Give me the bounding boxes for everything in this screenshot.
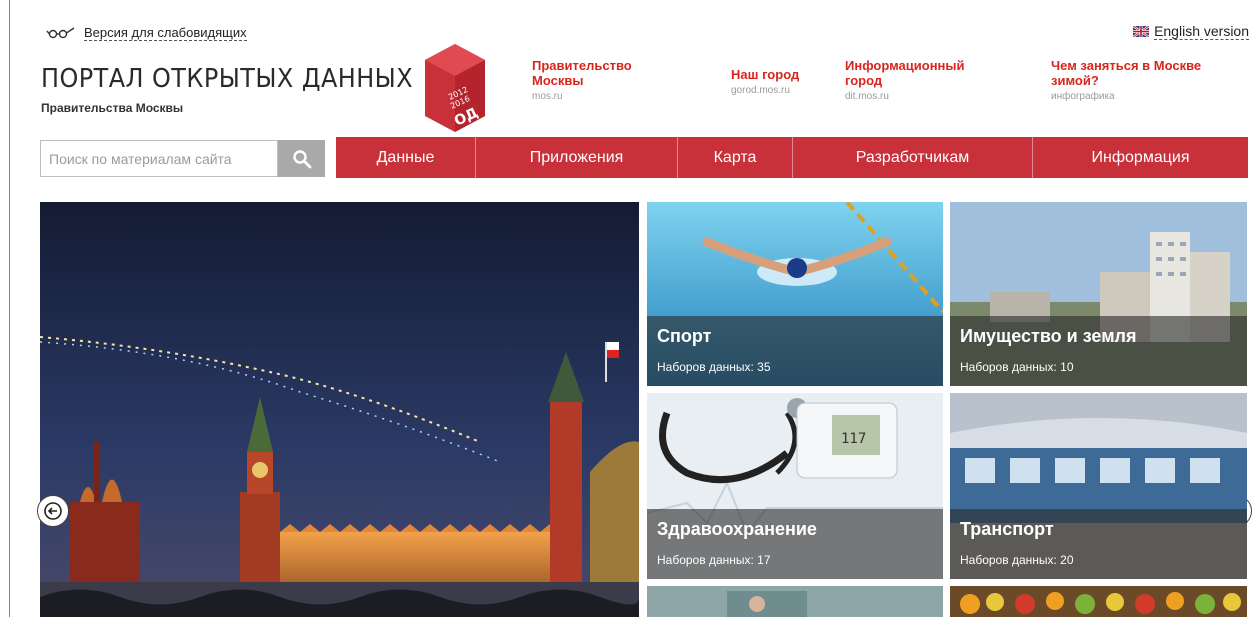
header-link-info-city[interactable]: Информационный город dit.mos.ru [845, 58, 985, 104]
category-tile-healthcare[interactable]: 117 Здравоохранение Наборов данных: 17 [647, 393, 943, 579]
nav-item-applications[interactable]: Приложения [476, 137, 678, 178]
nav-item-data[interactable]: Данные [336, 137, 476, 178]
header-link-sub: dit.mos.ru [845, 91, 889, 102]
nav-item-map[interactable]: Карта [678, 137, 793, 178]
header-link-sub: инфографика [1051, 91, 1115, 102]
search-input[interactable] [40, 140, 278, 177]
header-link-title[interactable]: Правительство Москвы [532, 58, 652, 88]
portal-title[interactable]: ПОРТАЛ ОТКРЫТЫХ ДАННЫХ [41, 64, 413, 94]
header-link-government[interactable]: Правительство Москвы mos.ru [532, 58, 652, 104]
hero-slide-red-square[interactable] [40, 202, 639, 617]
english-version-label[interactable]: English version [1154, 23, 1249, 40]
tile-title: Спорт [657, 326, 712, 346]
glasses-icon [46, 27, 75, 39]
search-button[interactable] [278, 140, 325, 177]
portal-logo-badge[interactable]: 2012 2016 ОД [423, 42, 487, 134]
tile-dataset-count: Наборов данных: 35 [657, 360, 771, 374]
nav-item-information[interactable]: Информация [1033, 137, 1248, 178]
tile-caption: Транспорт Наборов данных: 20 [950, 509, 1247, 579]
search-icon [292, 149, 311, 168]
category-tile-sport[interactable]: Спорт Наборов данных: 35 [647, 202, 943, 386]
accessibility-version-link[interactable]: Версия для слабовидящих [46, 25, 247, 41]
category-tile-property[interactable]: Имущество и земля Наборов данных: 10 [950, 202, 1247, 386]
tile-caption: Имущество и земля Наборов данных: 10 [950, 316, 1247, 386]
header-link-title[interactable]: Чем заняться в Москве зимой? [1051, 58, 1231, 88]
tile-caption: Спорт Наборов данных: 35 [647, 316, 943, 386]
fruit-market-image [950, 586, 1247, 617]
category-tile-partial-left[interactable] [647, 586, 943, 617]
header-link-title[interactable]: Информационный город [845, 58, 985, 88]
tile-dataset-count: Наборов данных: 10 [960, 360, 1074, 374]
portal-subtitle: Правительства Москвы [41, 101, 184, 115]
education-image [647, 586, 943, 617]
header-link-our-city[interactable]: Наш город gorod.mos.ru [731, 67, 799, 98]
header-link-winter[interactable]: Чем заняться в Москве зимой? инфографика [1051, 58, 1231, 104]
site-search [40, 140, 325, 177]
category-tile-partial-right[interactable] [950, 586, 1247, 617]
arrow-left-icon [44, 502, 62, 520]
nav-item-developers[interactable]: Разработчикам [793, 137, 1033, 178]
uk-flag-icon [1133, 26, 1150, 37]
tile-title: Здравоохранение [657, 519, 817, 539]
main-nav: Данные Приложения Карта Разработчикам Ин… [336, 137, 1248, 178]
header-link-title[interactable]: Наш город [731, 67, 799, 82]
red-square-night-image [40, 202, 639, 617]
header-link-sub: gorod.mos.ru [731, 85, 790, 96]
tile-dataset-count: Наборов данных: 17 [657, 553, 771, 567]
tile-dataset-count: Наборов данных: 20 [960, 553, 1074, 567]
svg-text:117: 117 [841, 431, 866, 447]
english-version-link[interactable]: English version [1133, 23, 1249, 40]
header-link-sub: mos.ru [532, 91, 563, 102]
category-tile-transport[interactable]: Транспорт Наборов данных: 20 [950, 393, 1247, 579]
tile-caption: Здравоохранение Наборов данных: 17 [647, 509, 943, 579]
tile-title: Имущество и земля [960, 326, 1137, 346]
accessibility-label[interactable]: Версия для слабовидящих [84, 25, 247, 41]
tile-title: Транспорт [960, 519, 1054, 539]
slider-prev-button[interactable] [37, 495, 69, 527]
